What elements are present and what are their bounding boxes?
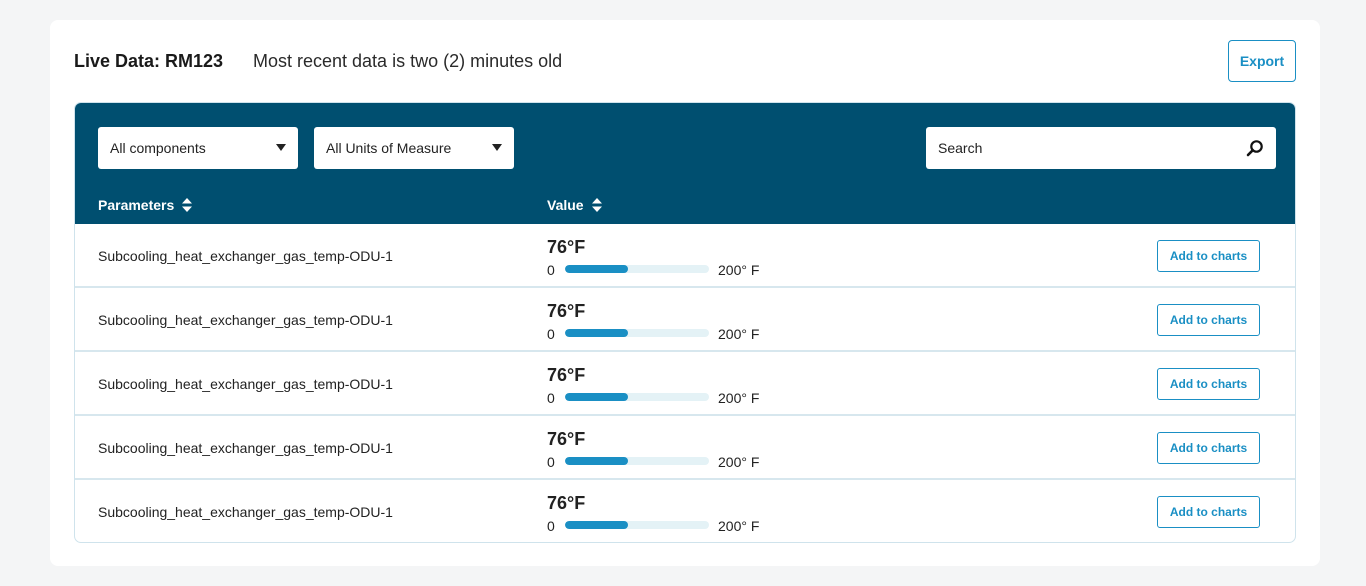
value-bar-fill (565, 393, 629, 401)
add-to-charts-button[interactable]: Add to charts (1157, 304, 1260, 336)
column-header-value-label: Value (547, 197, 584, 213)
range-max: 200° F (718, 390, 760, 406)
search-input[interactable] (938, 140, 1228, 156)
value-bar (565, 265, 709, 273)
live-data-card: Live Data: RM123 Most recent data is two… (50, 20, 1320, 566)
add-to-charts-button[interactable]: Add to charts (1157, 432, 1260, 464)
range-max: 200° F (718, 518, 760, 534)
parameter-value: 76°F (547, 429, 586, 449)
caret-down-icon (492, 144, 502, 151)
add-to-charts-button[interactable]: Add to charts (1157, 496, 1260, 528)
value-bar (565, 393, 709, 401)
column-header-value[interactable]: Value (547, 197, 602, 213)
caret-down-icon (276, 144, 286, 151)
add-to-charts-button[interactable]: Add to charts (1157, 368, 1260, 400)
components-dropdown-label: All components (110, 140, 206, 156)
value-bar-fill (565, 265, 629, 273)
table-row: Subcooling_heat_exchanger_gas_temp-ODU-1… (75, 288, 1295, 352)
parameter-name: Subcooling_heat_exchanger_gas_temp-ODU-1 (98, 440, 393, 456)
value-bar-fill (565, 329, 629, 337)
parameter-value: 76°F (547, 365, 586, 385)
search-box (926, 127, 1276, 169)
range-min: 0 (547, 262, 555, 278)
parameter-value: 76°F (547, 237, 586, 257)
table-body: Subcooling_heat_exchanger_gas_temp-ODU-1… (75, 224, 1295, 542)
range-min: 0 (547, 518, 555, 534)
table-row: Subcooling_heat_exchanger_gas_temp-ODU-1… (75, 224, 1295, 288)
value-bar (565, 457, 709, 465)
range-max: 200° F (718, 262, 760, 278)
live-data-table: All components All Units of Measure Para… (74, 102, 1296, 543)
sort-icon (182, 198, 193, 212)
range-min: 0 (547, 326, 555, 342)
parameter-name: Subcooling_heat_exchanger_gas_temp-ODU-1 (98, 504, 393, 520)
parameter-name: Subcooling_heat_exchanger_gas_temp-ODU-1 (98, 312, 393, 328)
parameter-name: Subcooling_heat_exchanger_gas_temp-ODU-1 (98, 248, 393, 264)
table-row: Subcooling_heat_exchanger_gas_temp-ODU-1… (75, 480, 1295, 542)
parameter-name: Subcooling_heat_exchanger_gas_temp-ODU-1 (98, 376, 393, 392)
parameter-value: 76°F (547, 493, 586, 513)
sort-icon (591, 198, 602, 212)
column-header-parameters-label: Parameters (98, 197, 175, 213)
add-to-charts-button[interactable]: Add to charts (1157, 240, 1260, 272)
export-button[interactable]: Export (1228, 40, 1296, 82)
page-title: Live Data: RM123 (74, 51, 224, 71)
range-max: 200° F (718, 454, 760, 470)
column-header-parameters[interactable]: Parameters (98, 197, 193, 213)
components-dropdown[interactable]: All components (98, 127, 298, 169)
value-bar-fill (565, 457, 629, 465)
units-dropdown[interactable]: All Units of Measure (314, 127, 514, 169)
range-min: 0 (547, 390, 555, 406)
value-bar (565, 329, 709, 337)
table-row: Subcooling_heat_exchanger_gas_temp-ODU-1… (75, 352, 1295, 416)
units-dropdown-label: All Units of Measure (326, 140, 452, 156)
table-toolbar: All components All Units of Measure Para… (75, 103, 1295, 224)
data-freshness-status: Most recent data is two (2) minutes old (253, 51, 563, 71)
parameter-value: 76°F (547, 301, 586, 321)
table-row: Subcooling_heat_exchanger_gas_temp-ODU-1… (75, 416, 1295, 480)
search-icon[interactable] (1246, 139, 1264, 157)
value-bar-fill (565, 521, 629, 529)
range-max: 200° F (718, 326, 760, 342)
value-bar (565, 521, 709, 529)
range-min: 0 (547, 454, 555, 470)
